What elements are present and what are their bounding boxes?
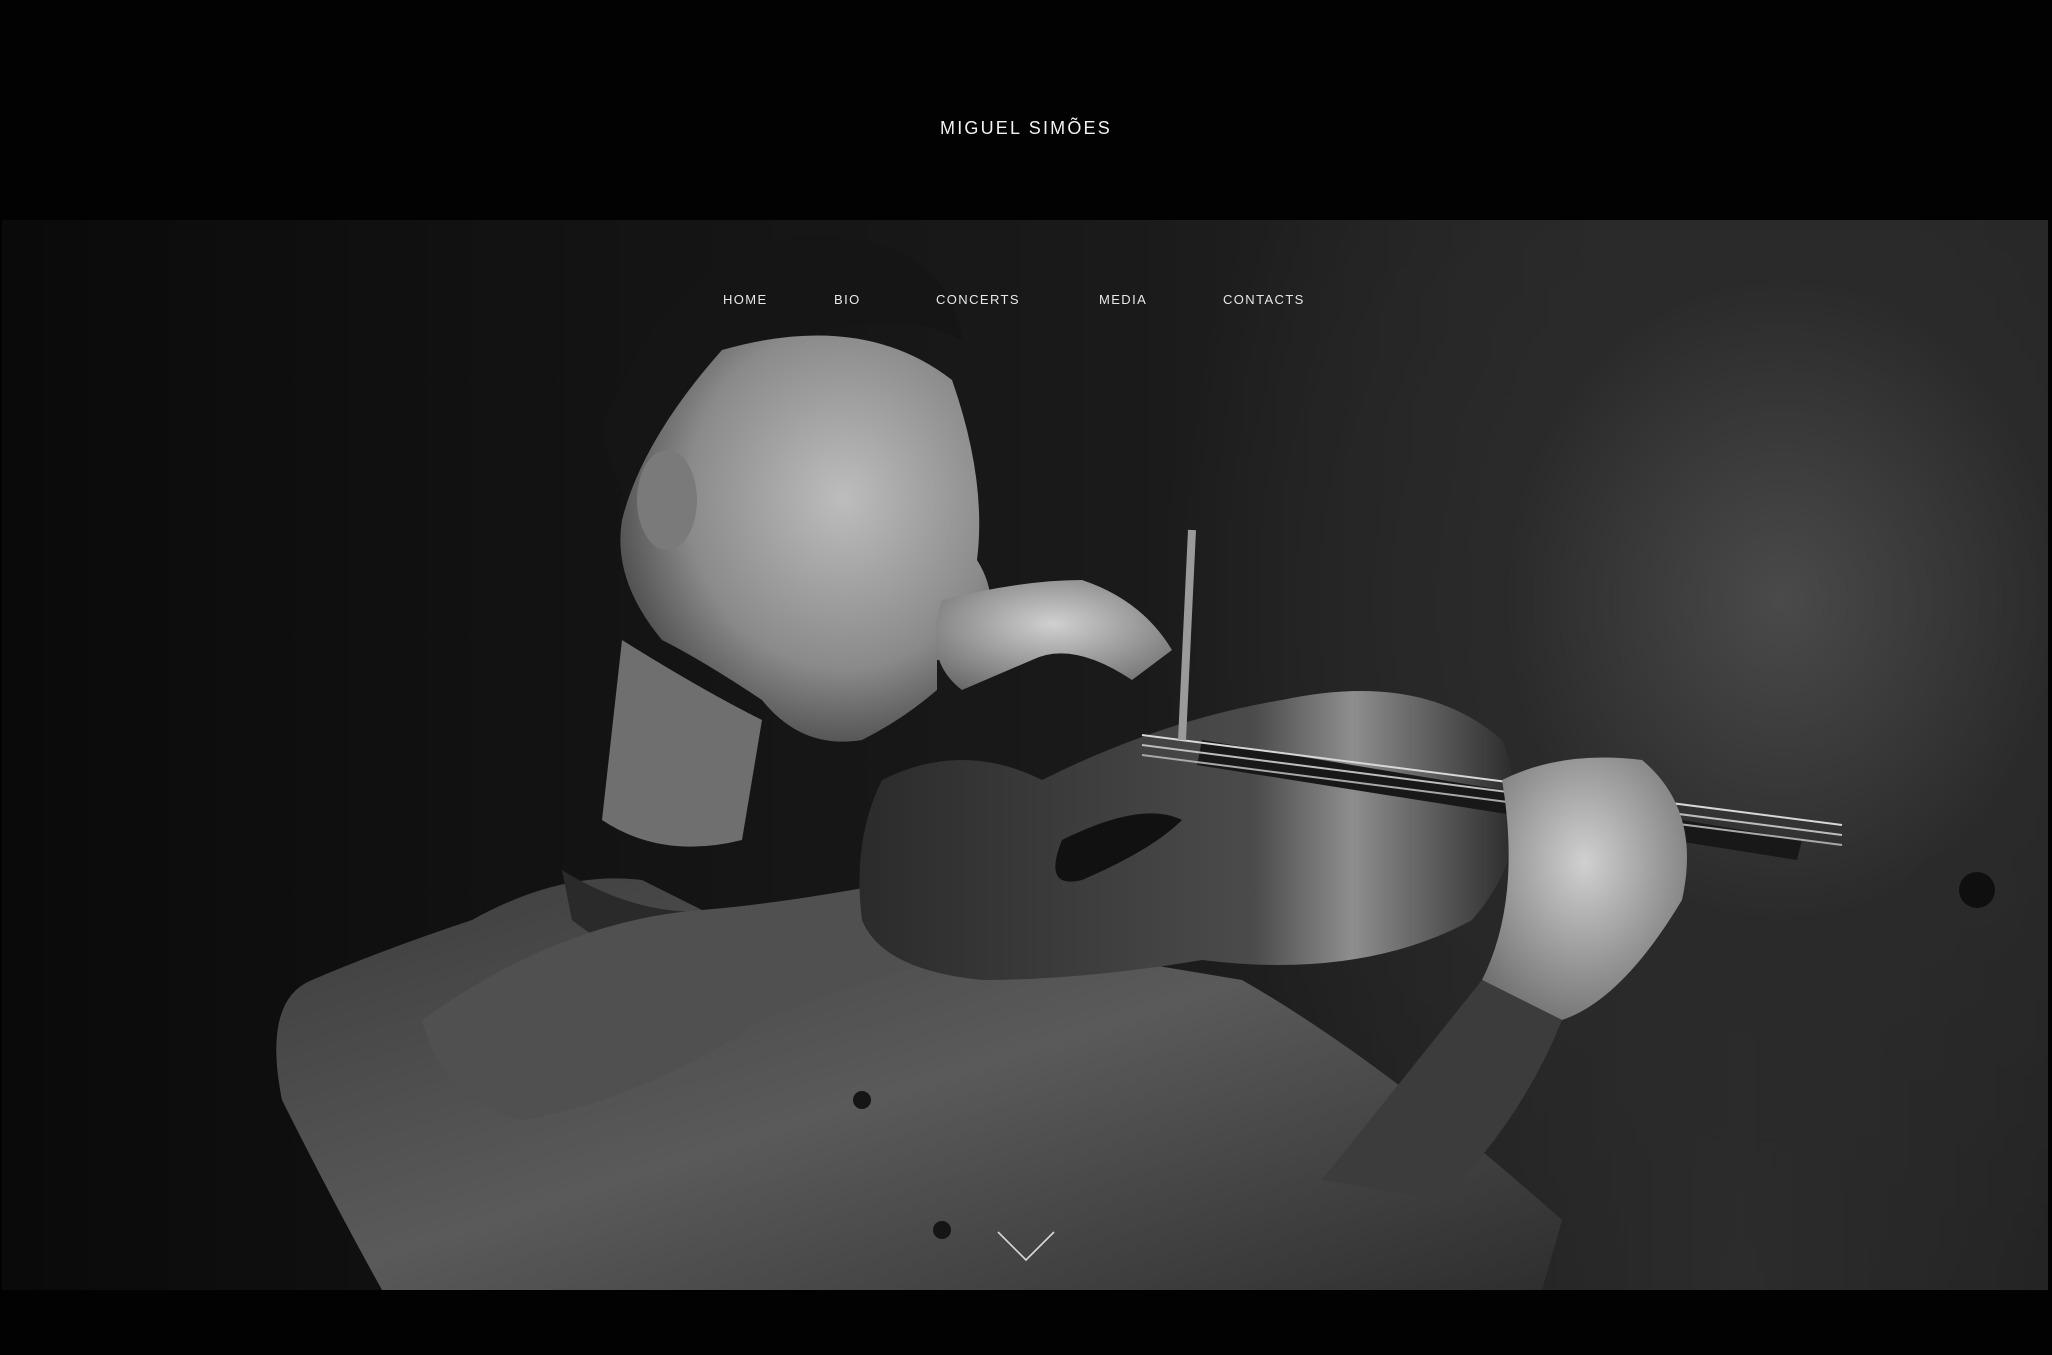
nav-media[interactable]: MEDIA <box>1099 292 1147 307</box>
site-title[interactable]: MIGUEL SIMÕES <box>0 118 2052 139</box>
violinist-photo <box>276 236 2017 1290</box>
hero-photo <box>2 220 2048 1290</box>
nav-contacts[interactable]: CONTACTS <box>1223 292 1305 307</box>
main-nav: HOME BIO CONCERTS MEDIA CONTACTS <box>0 292 2052 312</box>
page: MIGUEL SIMÕES HOME BIO CONCERTS MEDIA CO… <box>0 0 2052 1355</box>
nav-concerts[interactable]: CONCERTS <box>936 292 1020 307</box>
scroll-down-button[interactable] <box>996 1230 1056 1264</box>
nav-bio[interactable]: BIO <box>834 292 861 307</box>
nav-home[interactable]: HOME <box>723 292 768 307</box>
chevron-down-icon <box>997 1231 1055 1262</box>
